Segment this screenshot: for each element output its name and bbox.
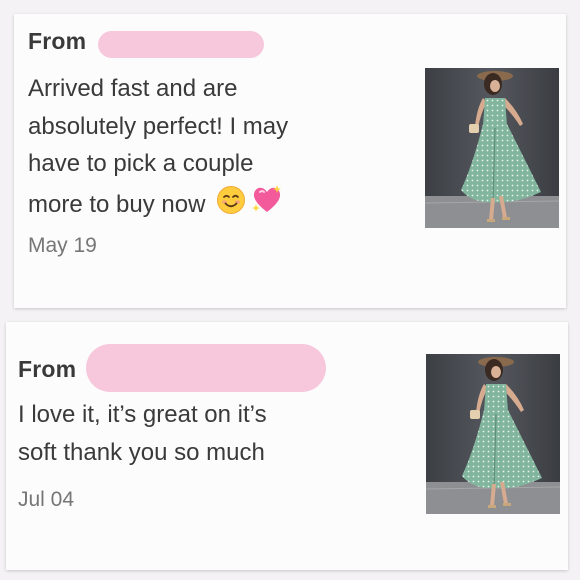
product-thumbnail[interactable] [425,68,559,228]
dress-photo [426,354,560,514]
redacted-username [98,31,264,58]
review-card[interactable]: From I love it, it’s great on it’s soft … [6,322,568,570]
smiling-face-icon [216,185,246,227]
message-line: soft thank you so much [18,438,265,466]
review-date: May 19 [28,234,97,257]
message-line: have to pick a couple [28,150,254,177]
review-message: Arrived fast and are absolutely perfect!… [28,70,288,226]
message-line: more to buy now [28,190,206,218]
dress-photo [425,68,559,228]
message-line: Arrived fast and are [28,75,238,102]
sparkling-heart-icon [250,183,284,227]
sender-row: From [28,28,86,55]
from-label: From [28,28,87,54]
redacted-username [86,344,326,392]
from-label: From [18,356,77,382]
review-card[interactable]: From Arrived fast and are absolutely per… [14,14,566,308]
sender-row: From [18,356,76,383]
review-date: Jul 04 [18,488,75,511]
message-line: absolutely perfect! I may [28,112,289,140]
product-thumbnail[interactable] [426,354,560,514]
review-message: I love it, it’s great on it’s soft thank… [18,396,267,471]
message-line: I love it, it’s great on it’s [18,401,267,428]
